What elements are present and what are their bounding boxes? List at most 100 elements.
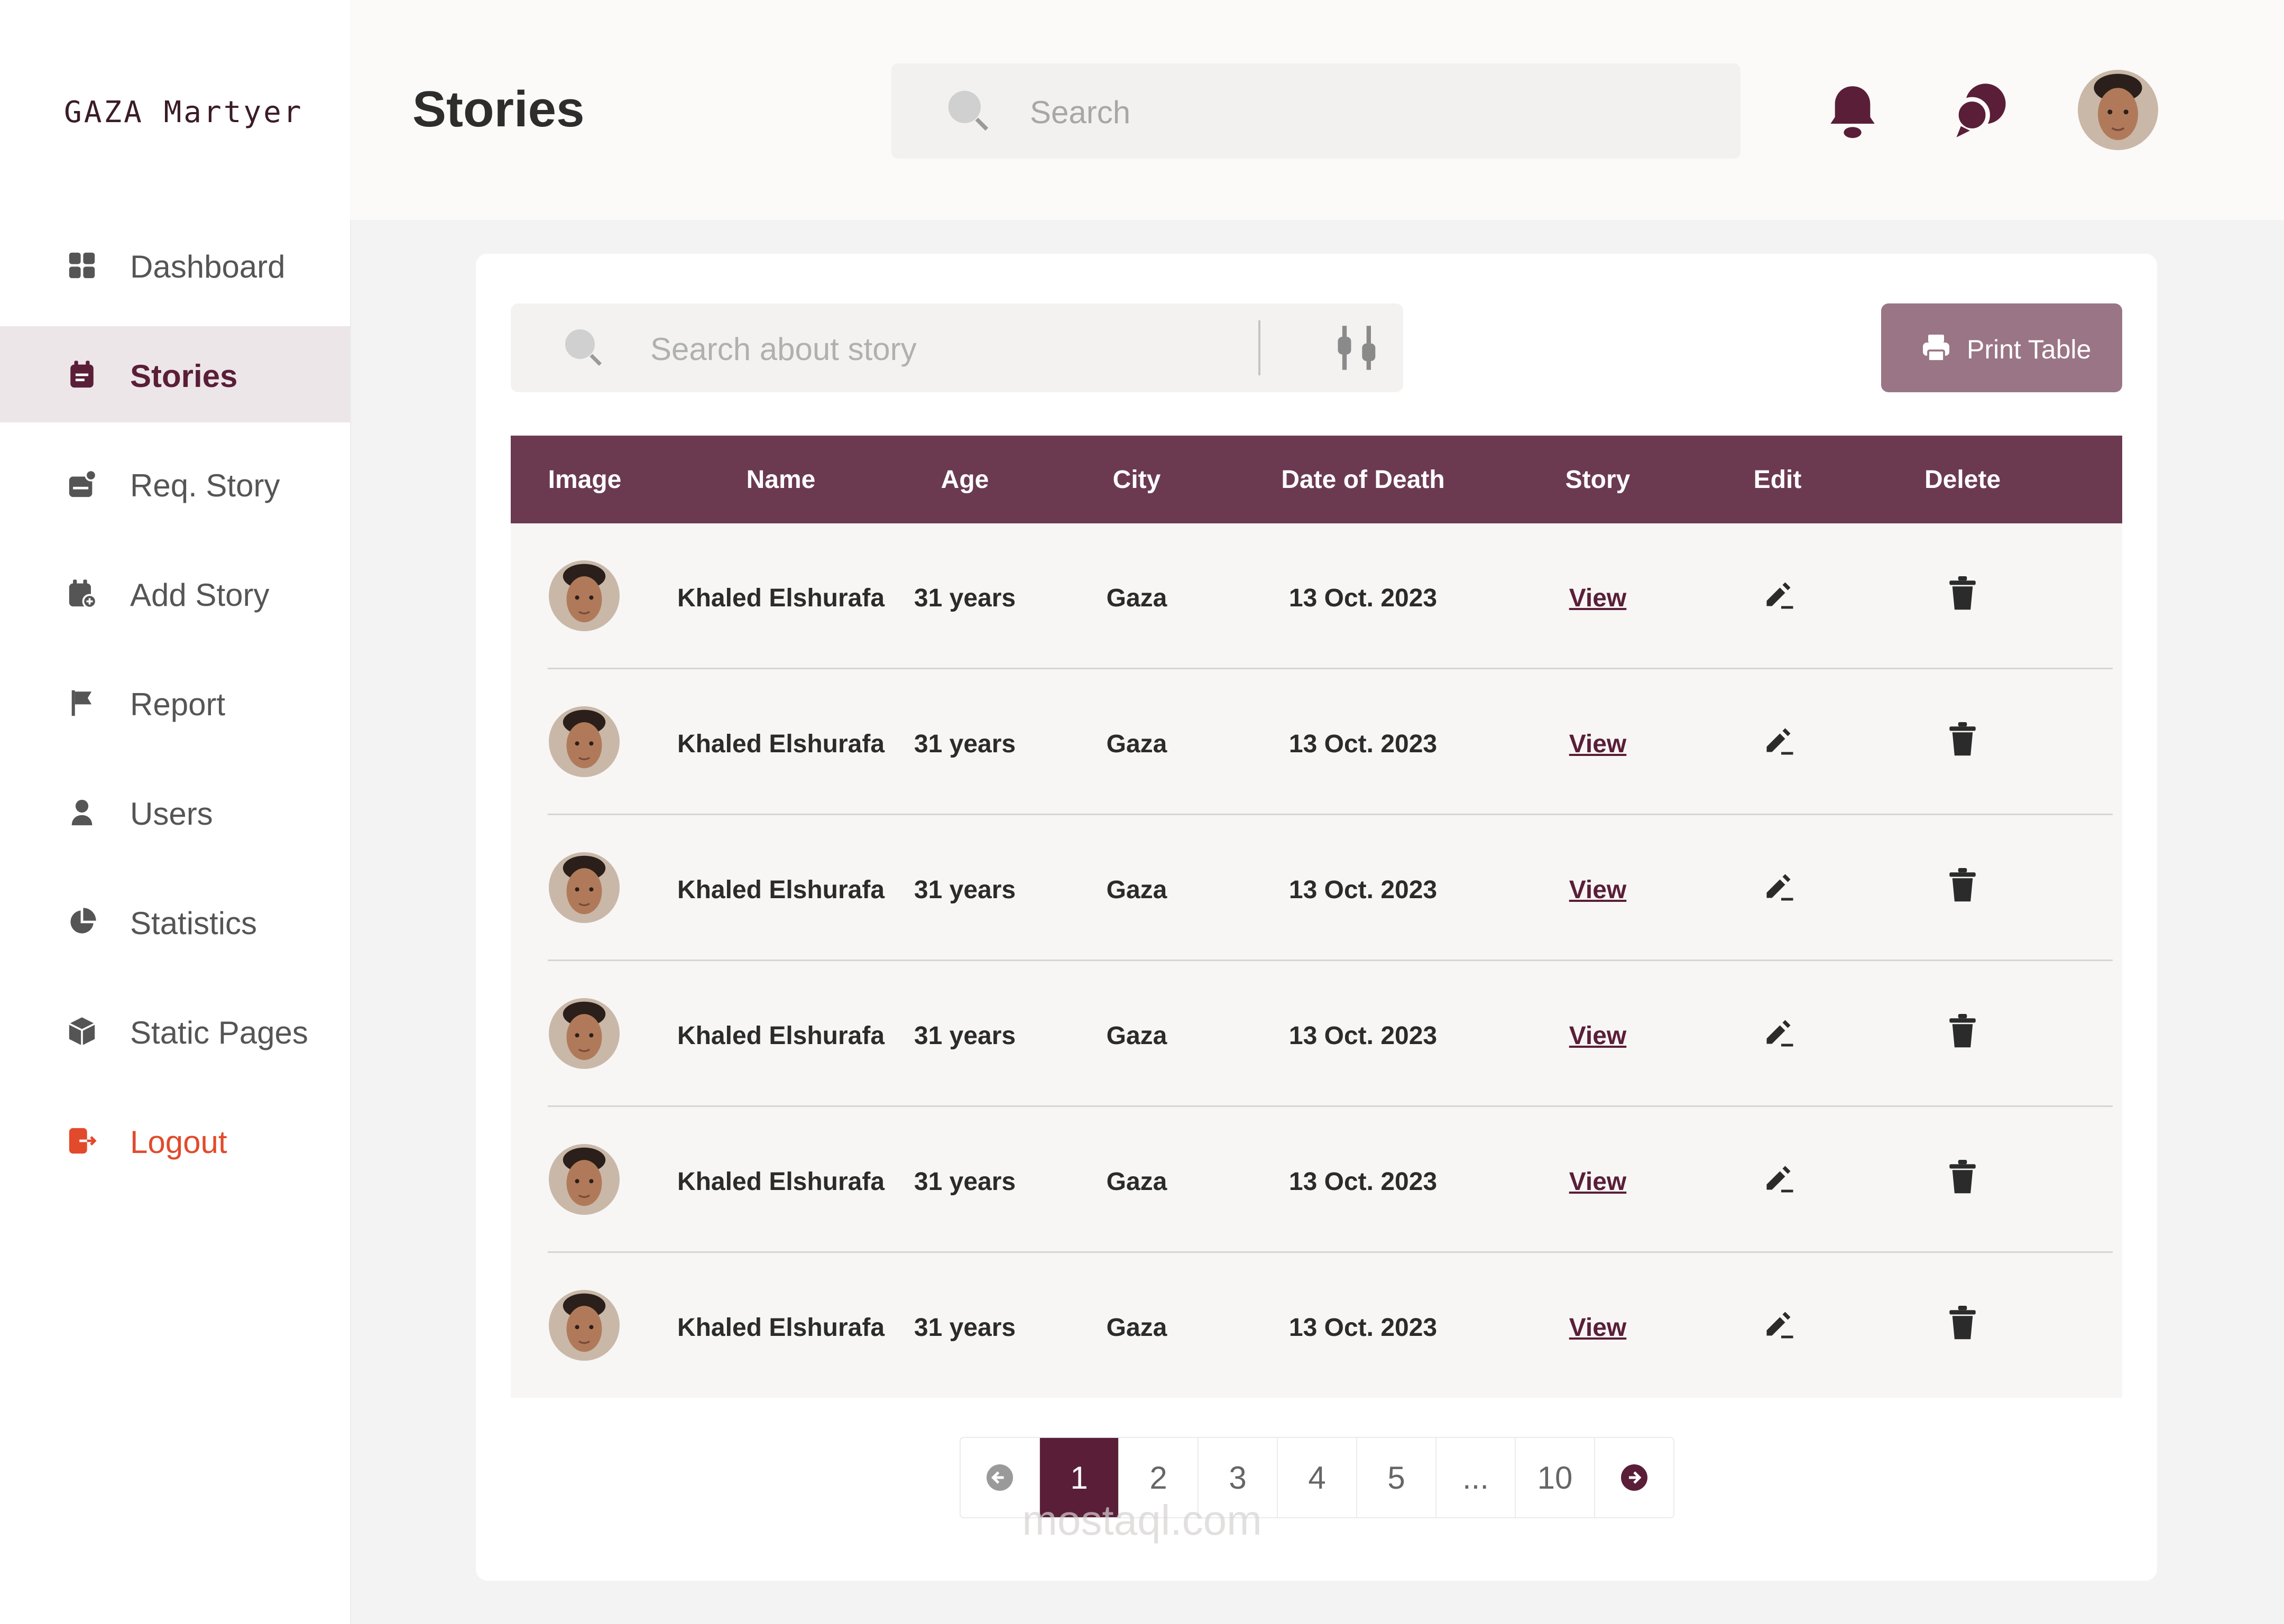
table-header: Image Name Age City Date of Death Story … — [511, 436, 2122, 523]
view-story-link[interactable]: View — [1569, 584, 1627, 613]
sidebar-item-req-story[interactable]: Req. Story — [0, 436, 350, 532]
column-header-city: City — [1112, 466, 1161, 494]
search-icon — [948, 90, 989, 131]
chat-icon[interactable] — [1952, 81, 2010, 140]
martyr-photo — [549, 560, 620, 631]
printer-icon — [1923, 335, 1949, 362]
story-search-placeholder: Search about story — [650, 331, 917, 367]
stories-table: Image Name Age City Date of Death Story … — [511, 436, 2122, 1398]
stories-card: Search about story Print Table Image Nam… — [476, 254, 2157, 1581]
name-cell: Khaled Elshurafa — [677, 876, 885, 904]
column-header-date-of-death: Date of Death — [1281, 466, 1445, 494]
sidebar-item-users[interactable]: Users — [0, 764, 350, 860]
name-cell: Khaled Elshurafa — [677, 1022, 885, 1050]
date-of-death-cell: 13 Oct. 2023 — [1288, 1314, 1438, 1342]
view-story-link[interactable]: View — [1569, 875, 1627, 905]
watermark: mostaql.com — [1022, 1497, 1262, 1544]
edit-icon[interactable] — [1763, 1016, 1794, 1048]
inbox-request-icon — [69, 469, 97, 497]
table-row: Khaled Elshurafa 31 years Gaza 13 Oct. 2023… — [511, 1253, 2122, 1399]
view-story-link[interactable]: View — [1569, 730, 1627, 759]
date-of-death-cell: 13 Oct. 2023 — [1288, 730, 1438, 758]
age-cell: 31 years — [914, 876, 1016, 904]
print-button-label: Print Table — [1967, 335, 2092, 364]
sidebar-item-report[interactable]: Report — [0, 654, 350, 751]
bell-icon[interactable] — [1826, 81, 1879, 140]
edit-icon[interactable] — [1763, 578, 1794, 610]
martyr-photo — [549, 706, 620, 777]
edit-icon[interactable] — [1763, 1162, 1794, 1194]
sidebar-item-label: Dashboard — [130, 249, 286, 284]
trash-icon[interactable] — [1948, 1160, 1977, 1195]
column-header-age: Age — [941, 466, 989, 494]
sidebar-item-label: Add Story — [130, 577, 270, 613]
arrow-right-icon — [1621, 1464, 1647, 1491]
calendar-note-icon — [70, 361, 94, 388]
city-cell: Gaza — [1106, 1022, 1167, 1050]
date-of-death-cell: 13 Oct. 2023 — [1288, 1168, 1438, 1196]
table-row: Khaled Elshurafa 31 years Gaza 13 Oct. 2023… — [511, 669, 2122, 815]
city-cell: Gaza — [1106, 1168, 1167, 1196]
sidebar-item-label: Statistics — [130, 906, 257, 941]
city-cell: Gaza — [1106, 1314, 1167, 1342]
edit-icon[interactable] — [1763, 724, 1794, 756]
arrow-left-icon — [987, 1464, 1013, 1491]
trash-icon[interactable] — [1948, 722, 1977, 757]
age-cell: 31 years — [914, 730, 1016, 758]
name-cell: Khaled Elshurafa — [677, 730, 885, 758]
calendar-add-icon — [69, 579, 97, 609]
table-row: Khaled Elshurafa 31 years Gaza 13 Oct. 2023… — [511, 815, 2122, 961]
column-header-name: Name — [746, 466, 816, 494]
sidebar-nav: Dashboard Stories Req. Story Add Story R… — [0, 217, 350, 1202]
search-icon — [565, 329, 602, 366]
sidebar-item-label: Users — [130, 796, 213, 832]
cube-icon — [69, 1017, 95, 1046]
trash-icon[interactable] — [1948, 1306, 1977, 1341]
print-table-button[interactable]: Print Table — [1881, 303, 2122, 392]
view-story-link[interactable]: View — [1569, 1167, 1627, 1196]
name-cell: Khaled Elshurafa — [677, 1168, 885, 1196]
table-row: Khaled Elshurafa 31 years Gaza 13 Oct. 2023… — [511, 1107, 2122, 1253]
city-cell: Gaza — [1106, 584, 1167, 612]
city-cell: Gaza — [1106, 730, 1167, 758]
martyr-photo — [549, 1290, 620, 1361]
global-search-input[interactable]: Search — [891, 63, 1740, 159]
date-of-death-cell: 13 Oct. 2023 — [1288, 876, 1438, 904]
flag-icon — [71, 690, 92, 716]
sidebar-item-add-story[interactable]: Add Story — [0, 545, 350, 641]
logo: GAZA Martyer — [64, 95, 303, 130]
search-divider — [1258, 320, 1260, 375]
city-cell: Gaza — [1106, 876, 1167, 904]
name-cell: Khaled Elshurafa — [677, 584, 885, 612]
view-story-link[interactable]: View — [1569, 1313, 1627, 1342]
trash-icon[interactable] — [1948, 1014, 1977, 1049]
filter-icon[interactable] — [1336, 321, 1380, 374]
grid-icon — [69, 252, 95, 279]
date-of-death-cell: 13 Oct. 2023 — [1288, 1022, 1438, 1050]
sidebar-item-dashboard[interactable]: Dashboard — [0, 217, 350, 313]
age-cell: 31 years — [914, 1022, 1016, 1050]
column-header-image: Image — [548, 466, 622, 494]
sidebar-item-stories[interactable]: Stories — [0, 326, 350, 422]
name-cell: Khaled Elshurafa — [677, 1314, 885, 1342]
edit-icon[interactable] — [1763, 870, 1794, 902]
story-search-input[interactable]: Search about story — [511, 303, 1403, 392]
sidebar: GAZA Martyer Dashboard Stories Req. Stor… — [0, 0, 351, 1624]
sidebar-item-logout[interactable]: Logout — [0, 1092, 350, 1188]
column-header-edit: Edit — [1753, 466, 1802, 494]
sidebar-item-label: Stories — [130, 358, 238, 394]
column-header-story: Story — [1565, 466, 1631, 494]
sidebar-item-statistics[interactable]: Statistics — [0, 873, 350, 970]
logout-icon — [69, 1128, 97, 1154]
view-story-link[interactable]: View — [1569, 1021, 1627, 1050]
trash-icon[interactable] — [1948, 576, 1977, 611]
sidebar-item-label: Req. Story — [130, 468, 280, 503]
table-row: Khaled Elshurafa 31 years Gaza 13 Oct. 2023… — [511, 961, 2122, 1107]
sidebar-item-static-pages[interactable]: Static Pages — [0, 983, 350, 1079]
top-header: Stories Search — [350, 0, 2284, 220]
trash-icon[interactable] — [1948, 868, 1977, 903]
martyr-photo — [549, 998, 620, 1069]
edit-icon[interactable] — [1763, 1308, 1794, 1340]
sidebar-item-label: Logout — [130, 1124, 227, 1160]
user-avatar[interactable] — [2078, 70, 2158, 150]
